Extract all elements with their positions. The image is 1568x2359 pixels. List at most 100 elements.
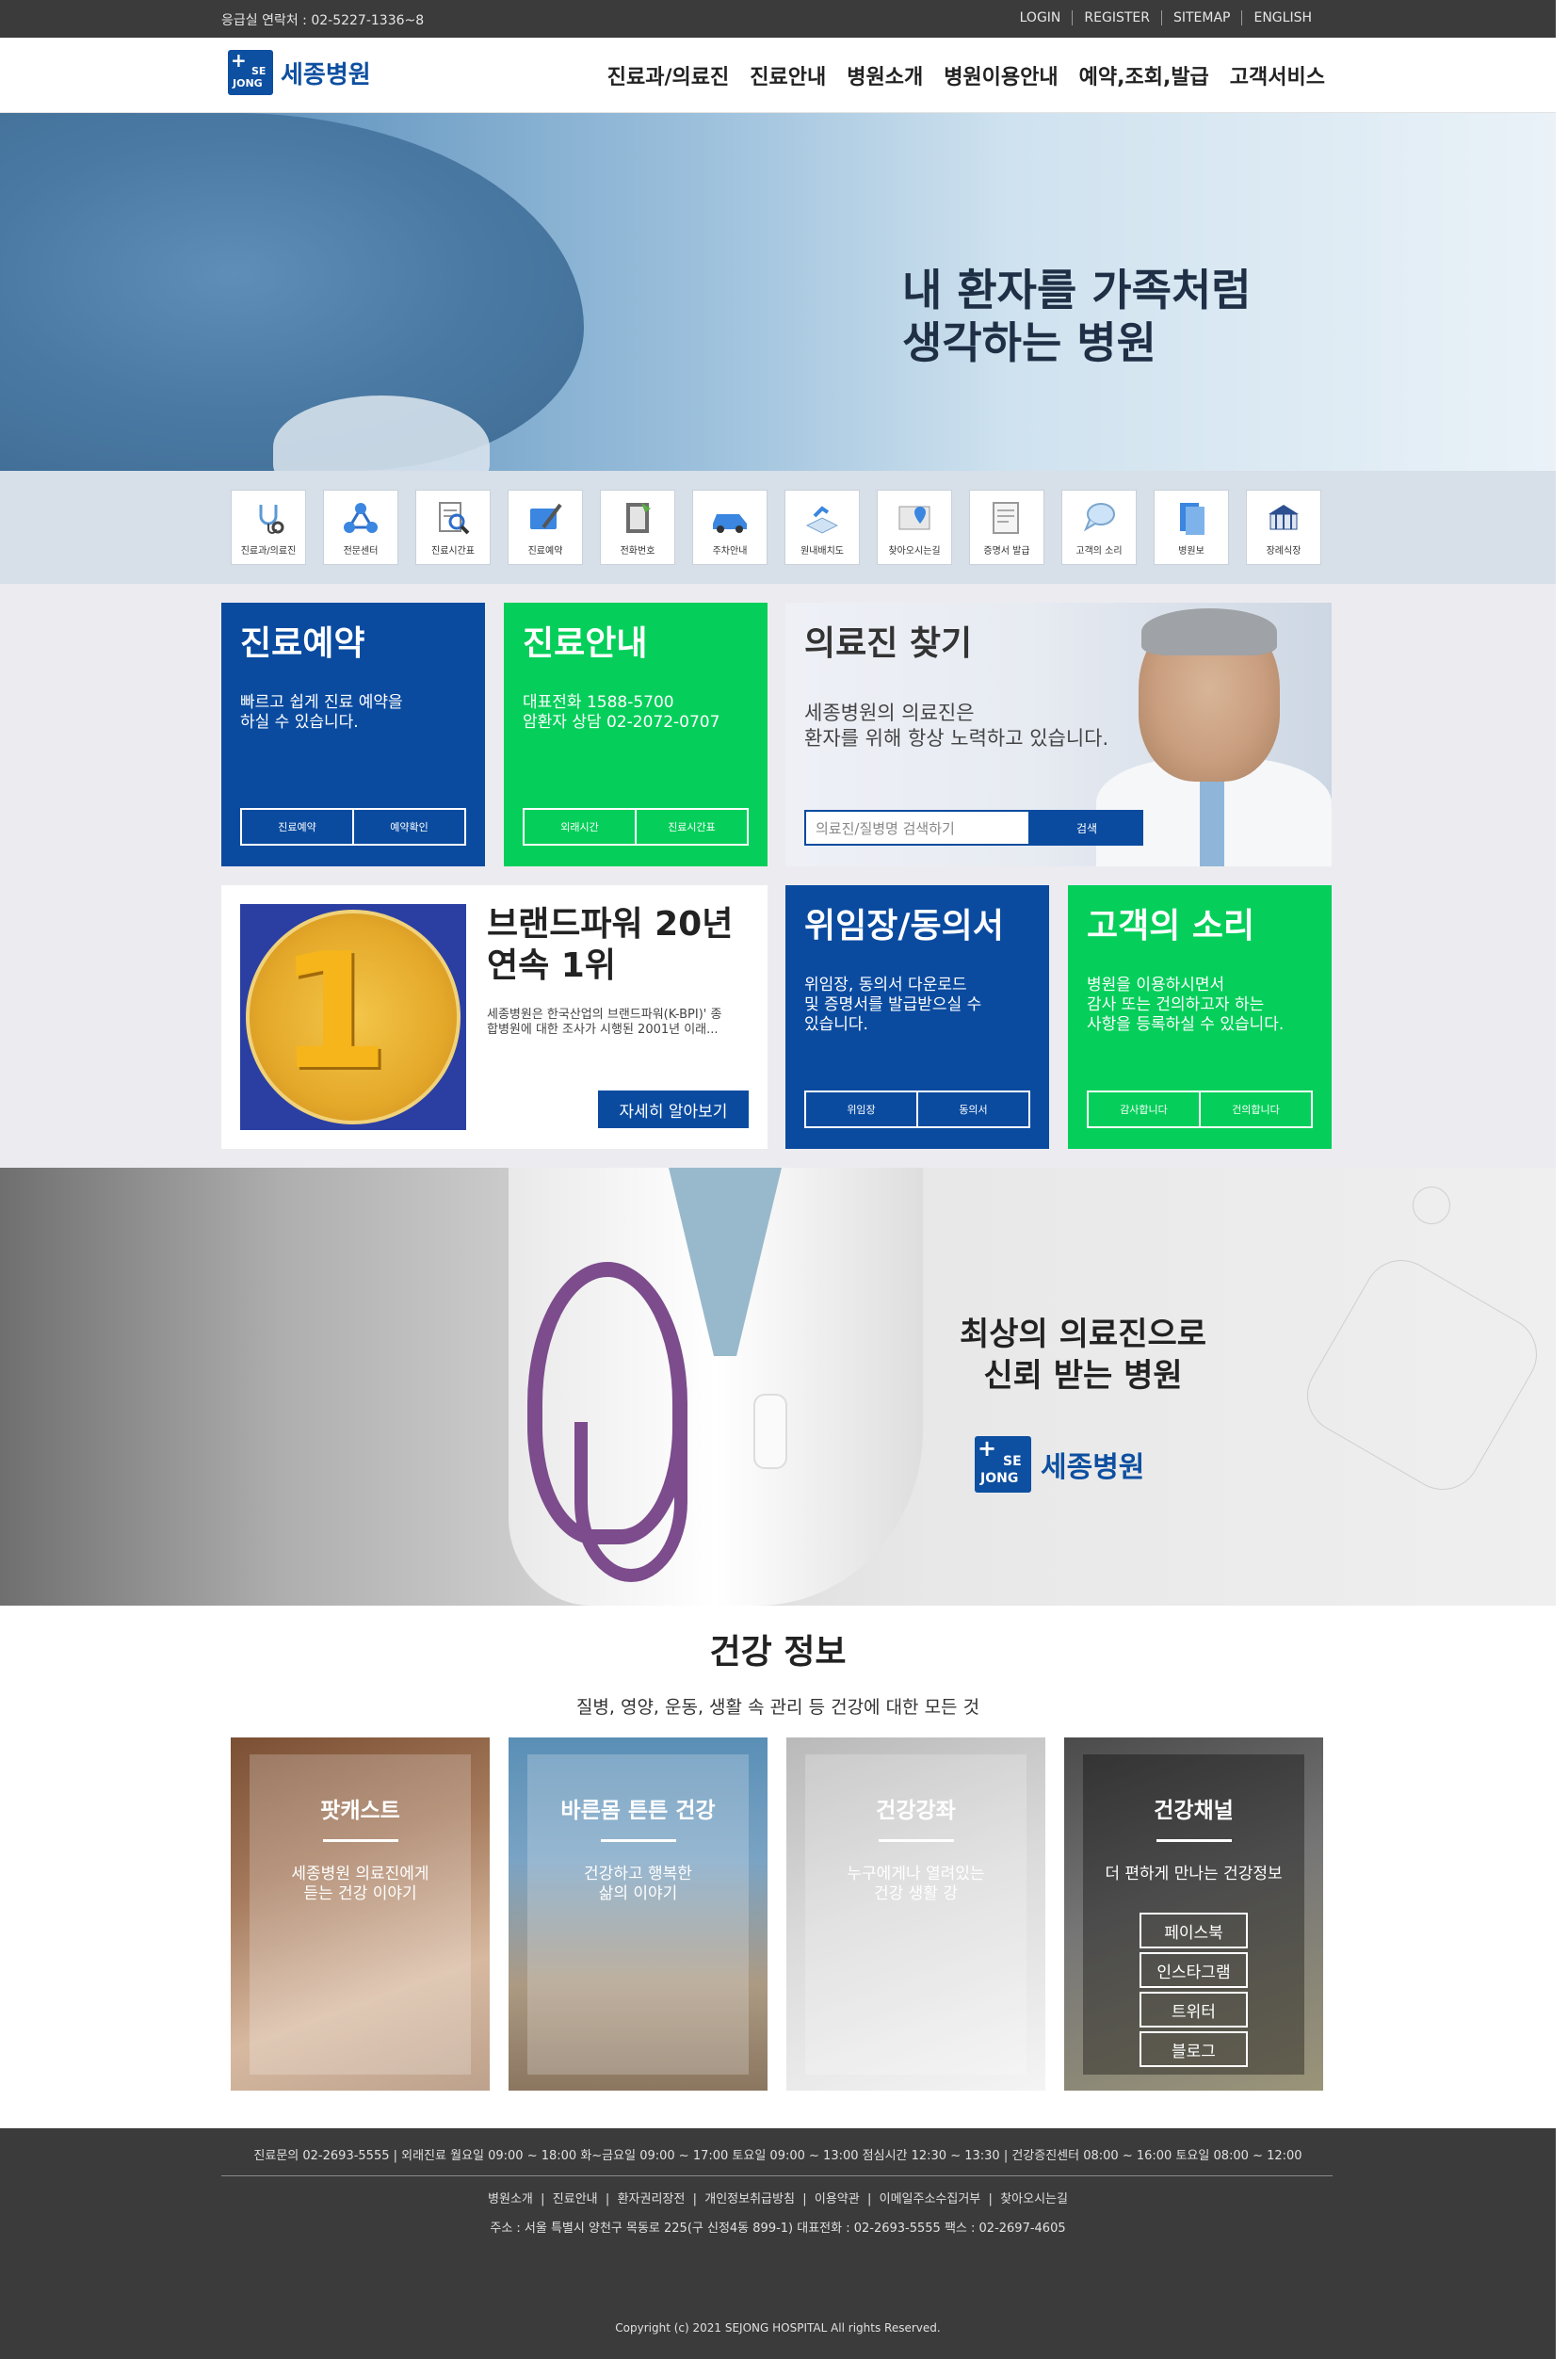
floor-map-icon: [801, 499, 843, 537]
sitemap-link[interactable]: SITEMAP: [1160, 10, 1242, 25]
footer: 진료문의 02-2693-5555 | 외래진료 월요일 09:00 ~ 18:…: [0, 2128, 1556, 2359]
login-link[interactable]: LOGIN: [1009, 10, 1073, 25]
book-appointment-button[interactable]: 진료예약: [242, 810, 352, 844]
trust-banner-title: 최상의 의료진으로 신뢰 받는 병원: [959, 1316, 1207, 1395]
quick-item-reservation[interactable]: 진료예약: [508, 490, 583, 565]
doctor-search-button[interactable]: 검색: [1030, 810, 1143, 846]
hero-title: 내 환자를 가족처럼 생각하는 병원: [902, 265, 1252, 368]
quick-item-floormap[interactable]: 원내배치도: [784, 490, 860, 565]
doctor-search: 의료진/질병명 검색하기 검색: [804, 810, 1143, 846]
healthy-body-desc: 건강하고 행복한 삶의 이야기: [584, 1865, 692, 1903]
speech-bubble-icon: [1078, 499, 1120, 537]
hero-banner: 내 환자를 가족처럼 생각하는 병원: [0, 113, 1556, 471]
molecule-icon: [340, 499, 381, 537]
phone-book-icon: [617, 499, 658, 537]
logo-mark-icon: + SE JONG: [975, 1436, 1031, 1493]
nav-reservation[interactable]: 예약,조회,발급: [1079, 60, 1209, 90]
health-channel-card: 건강채널 더 편하게 만나는 건강정보 페이스북 인스타그램 트위터 블로그: [1064, 1737, 1323, 2091]
top-bar: 응급실 연락처 : 02-5227-1336~8 LOGIN REGISTER …: [0, 0, 1556, 38]
car-icon: [709, 499, 751, 537]
care-info-title: 진료안내: [523, 624, 648, 663]
brand-title: 브랜드파워 20년 연속 1위: [487, 905, 734, 985]
consent-form-button[interactable]: 동의서: [916, 1092, 1028, 1126]
nav-usage[interactable]: 병원이용안내: [944, 60, 1058, 90]
stethoscope-icon: [248, 499, 289, 537]
quick-item-parking[interactable]: 주차안내: [692, 490, 768, 565]
podcast-card[interactable]: 팟캐스트 세종병원 의료진에게 듣는 건강 이야기: [231, 1737, 490, 2091]
header: + SE JONG 세종병원 진료과/의료진 진료안내 병원소개 병원이용안내 …: [0, 38, 1556, 113]
suggestion-button[interactable]: 건의합니다: [1199, 1092, 1311, 1126]
check-reservation-button[interactable]: 예약확인: [352, 810, 464, 844]
doctor-search-input[interactable]: 의료진/질병명 검색하기: [804, 810, 1030, 846]
kbpi-badge: 1: [240, 904, 466, 1130]
quick-item-schedule[interactable]: 진료시간표: [415, 490, 491, 565]
blog-button[interactable]: 블로그: [1140, 2031, 1248, 2067]
nav-departments[interactable]: 진료과/의료진: [607, 60, 729, 90]
find-doctor-desc: 세종병원의 의료진은 환자를 위해 항상 노력하고 있습니다.: [804, 702, 1109, 750]
footer-link-about[interactable]: 병원소개: [488, 2192, 533, 2206]
thanks-button[interactable]: 감사합니다: [1089, 1092, 1199, 1126]
power-of-attorney-button[interactable]: 위임장: [806, 1092, 916, 1126]
magnifier-document-icon: [432, 499, 474, 537]
footer-address: 주소 : 서울 특별시 양천구 목동로 225(구 신정4동 899-1) 대표…: [490, 2222, 1066, 2236]
certificate-icon: [986, 499, 1027, 537]
logo[interactable]: + SE JONG 세종병원: [228, 50, 371, 95]
footer-link-privacy[interactable]: 개인정보취급방침: [704, 2192, 795, 2206]
main-nav: 진료과/의료진 진료안내 병원소개 병원이용안내 예약,조회,발급 고객서비스: [607, 60, 1325, 90]
footer-link-rights[interactable]: 환자권리장전: [618, 2192, 686, 2206]
quick-item-certificate[interactable]: 증명서 발급: [969, 490, 1044, 565]
footer-link-guide[interactable]: 진료안내: [553, 2192, 598, 2206]
instagram-button[interactable]: 인스타그램: [1140, 1952, 1248, 1988]
brand-desc: 세종병원은 한국산업의 브랜드파워(K-BPI)' 종합병원에 대한 조사가 시…: [487, 1008, 722, 1037]
quick-item-directions[interactable]: 찾아오시는길: [877, 490, 952, 565]
care-info-desc: 대표전화 1588-5700 암환자 상담 02-2072-0707: [523, 693, 720, 732]
health-lecture-card[interactable]: 건강강좌 누구에게나 열려있는 건강 생활 강: [786, 1737, 1045, 2091]
health-lecture-title: 건강강좌: [876, 1799, 956, 1823]
register-link[interactable]: REGISTER: [1072, 10, 1161, 25]
logo-text: 세종병원: [281, 60, 371, 89]
health-channel-desc: 더 편하게 만나는 건강정보: [1105, 1865, 1283, 1883]
customer-voice-buttons: 감사합니다 건의합니다: [1087, 1091, 1313, 1128]
learn-more-button[interactable]: 자세히 알아보기: [598, 1091, 749, 1128]
map-pin-icon: [894, 499, 935, 537]
logo-mark-icon: + SE JONG: [228, 50, 273, 95]
nav-guide[interactable]: 진료안내: [750, 60, 826, 90]
footer-link-terms[interactable]: 이용약관: [815, 2192, 860, 2206]
consent-card: 위임장/동의서 위임장, 동의서 다운로드 및 증명서를 발급받으실 수 있습니다.…: [785, 885, 1049, 1149]
consent-desc: 위임장, 동의서 다운로드 및 증명서를 발급받으실 수 있습니다.: [804, 976, 982, 1034]
quick-item-newsletter[interactable]: 병원보: [1154, 490, 1229, 565]
utility-links: LOGIN REGISTER SITEMAP ENGLISH: [1009, 10, 1323, 25]
footer-link-directions[interactable]: 찾아오시는길: [1000, 2192, 1068, 2206]
nav-about[interactable]: 병원소개: [847, 60, 923, 90]
health-lecture-desc: 누구에게나 열려있는 건강 생활 강: [847, 1865, 985, 1903]
healthy-body-card[interactable]: 바른몸 튼튼 건강 건강하고 행복한 삶의 이야기: [509, 1737, 768, 2091]
quick-menu: 진료과/의료진 전문센터 진료시간표 진료예약 전화번호 주차안내 원내배치도 …: [231, 490, 1321, 565]
outpatient-hours-button[interactable]: 외래시간: [525, 810, 635, 844]
healthy-body-title: 바른몸 튼튼 건강: [560, 1799, 716, 1823]
quick-item-funeral[interactable]: 장례식장: [1246, 490, 1321, 565]
care-info-card: 진료안내 대표전화 1588-5700 암환자 상담 02-2072-0707 외…: [504, 603, 768, 866]
footer-copyright: Copyright (c) 2021 SEJONG HOSPITAL All r…: [615, 2321, 941, 2335]
consent-title: 위임장/동의서: [804, 907, 1004, 945]
nav-customer[interactable]: 고객서비스: [1230, 60, 1325, 90]
quick-item-voice[interactable]: 고객의 소리: [1061, 490, 1137, 565]
reservation-title: 진료예약: [240, 624, 365, 663]
customer-voice-title: 고객의 소리: [1087, 907, 1255, 945]
timetable-button[interactable]: 진료시간표: [635, 810, 747, 844]
twitter-button[interactable]: 트위터: [1140, 1992, 1248, 2028]
reservation-card: 진료예약 빠르고 쉽게 진료 예약을 하실 수 있습니다. 진료예약 예약확인: [221, 603, 485, 866]
quick-item-departments[interactable]: 진료과/의료진: [231, 490, 306, 565]
care-info-buttons: 외래시간 진료시간표: [523, 808, 749, 846]
health-channel-title: 건강채널: [1154, 1799, 1234, 1823]
health-info-subtitle: 질병, 영양, 운동, 생활 속 관리 등 건강에 대한 모든 것: [575, 1697, 980, 1718]
quick-item-centers[interactable]: 전문센터: [323, 490, 398, 565]
english-link[interactable]: ENGLISH: [1241, 10, 1323, 25]
health-info-cards: 팟캐스트 세종병원 의료진에게 듣는 건강 이야기 바른몸 튼튼 건강 건강하고 …: [231, 1737, 1323, 2091]
podcast-desc: 세종병원 의료진에게 듣는 건강 이야기: [291, 1865, 429, 1903]
facebook-button[interactable]: 페이스북: [1140, 1913, 1248, 1948]
footer-hours: 진료문의 02-2693-5555 | 외래진료 월요일 09:00 ~ 18:…: [253, 2149, 1302, 2163]
reservation-desc: 빠르고 쉽게 진료 예약을 하실 수 있습니다.: [240, 693, 403, 732]
trust-banner-logo: + SE JONG 세종병원: [975, 1436, 1144, 1493]
quick-item-phone[interactable]: 전화번호: [600, 490, 675, 565]
footer-link-email-refusal[interactable]: 이메일주소수집거부: [880, 2192, 981, 2206]
